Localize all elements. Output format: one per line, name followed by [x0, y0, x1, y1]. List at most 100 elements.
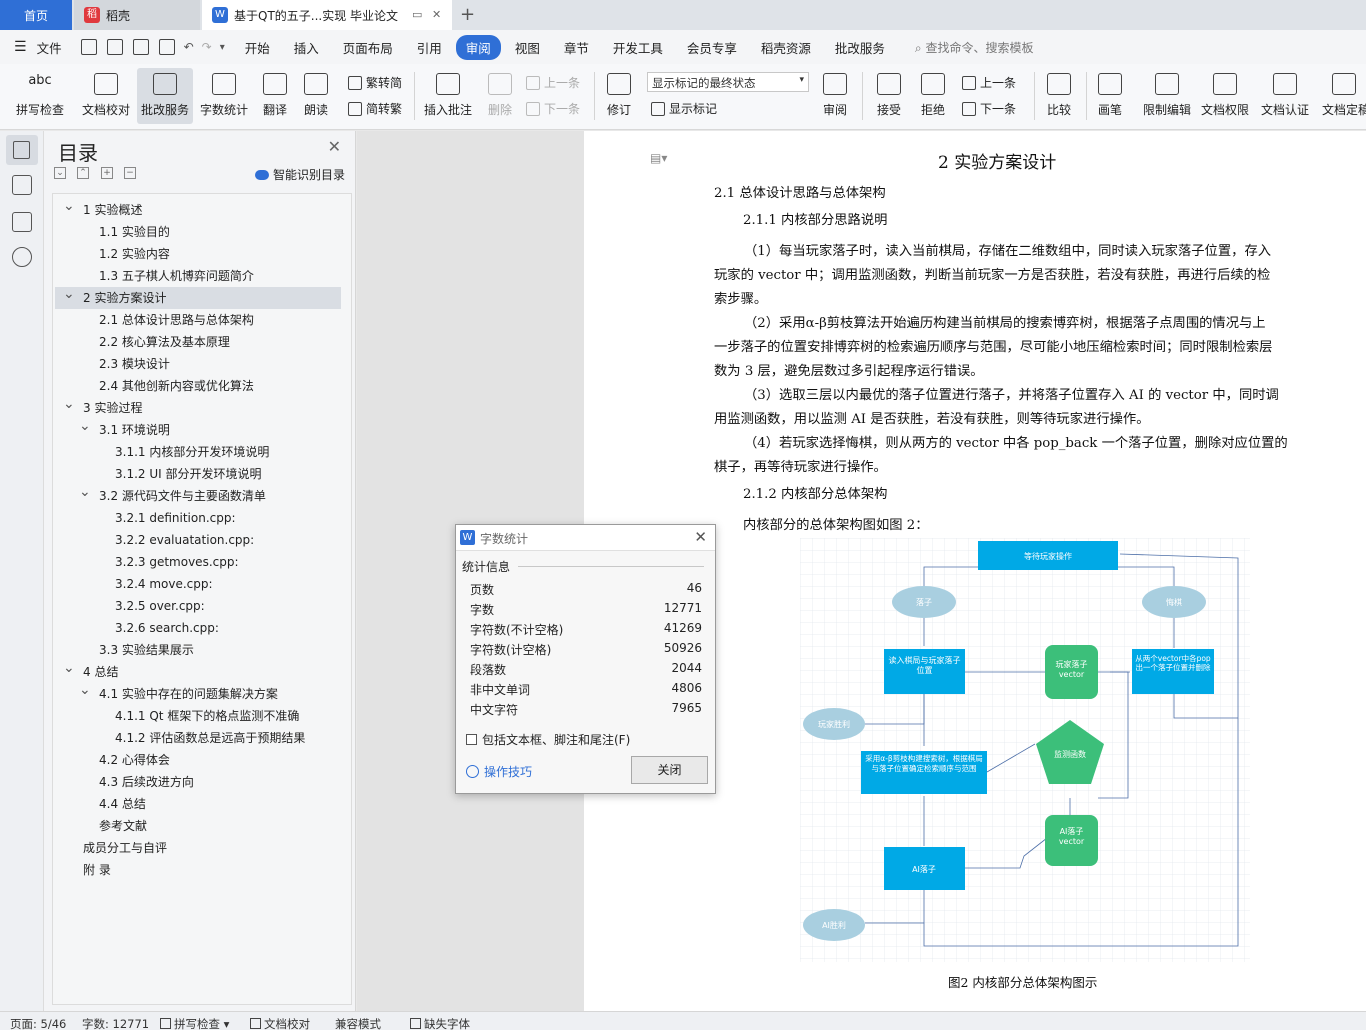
close-icon[interactable]: ✕ — [694, 528, 707, 546]
show-markup-button[interactable]: 显示标记 — [651, 100, 717, 117]
simp-to-trad-button[interactable]: 简转繁 — [348, 100, 402, 117]
doc-cert-button[interactable]: 文档认证 — [1257, 68, 1313, 124]
toc-item[interactable]: 1.1 实验目的 — [55, 221, 341, 243]
compare-button[interactable]: 比较 — [1040, 68, 1078, 124]
print-icon[interactable] — [132, 39, 149, 55]
toc-item[interactable]: 4.1.2 评估函数总是远高于预期结果 — [55, 727, 341, 749]
undo-icon[interactable]: ↶ — [184, 40, 194, 54]
menu-dev-tools[interactable]: 开发工具 — [603, 35, 673, 60]
pen-button[interactable]: 画笔 — [1092, 68, 1128, 124]
paragraph-layout-icon[interactable]: ▤▾ — [650, 151, 667, 165]
command-search[interactable]: ⌕ 查找命令、搜索模板 — [915, 39, 1034, 56]
close-button[interactable]: 关闭 — [631, 756, 708, 784]
toc-item[interactable]: 3.1.2 UI 部分开发环境说明 — [55, 463, 341, 485]
chevron-down-icon[interactable]: ⌄ — [63, 393, 75, 415]
toc-nav-button[interactable] — [6, 135, 38, 165]
word-count-indicator[interactable]: 字数: 12771 — [82, 1016, 149, 1030]
doc-proof-button[interactable]: 文档校对 — [78, 68, 134, 124]
toc-item[interactable]: ⌄ 3.2 源代码文件与主要函数清单 — [55, 484, 341, 507]
menu-reference[interactable]: 引用 — [407, 35, 452, 60]
toc-item[interactable]: 2.3 模块设计 — [55, 353, 341, 375]
menu-file[interactable]: 文件 — [27, 35, 72, 60]
export-pdf-icon[interactable] — [106, 39, 123, 55]
toc-item[interactable]: 3.2.4 move.cpp: — [55, 573, 341, 595]
delete-comment-button[interactable]: 删除 — [480, 68, 520, 124]
toc-item[interactable]: 3.1.1 内核部分开发环境说明 — [55, 441, 341, 463]
accept-button[interactable]: 接受 — [870, 68, 908, 124]
toc-item[interactable]: ⌄ 2 实验方案设计 — [55, 286, 341, 309]
toc-item[interactable]: 2.4 其他创新内容或优化算法 — [55, 375, 341, 397]
collapse-all-icon[interactable]: ⌄ — [54, 167, 66, 179]
markup-state-select[interactable]: 显示标记的最终状态 ▾ — [647, 72, 809, 92]
include-textbox-checkbox[interactable]: 包括文本框、脚注和尾注(F) — [466, 731, 630, 748]
toc-item[interactable]: ⌄ 3.1 环境说明 — [55, 418, 341, 441]
menu-review-service[interactable]: 批改服务 — [825, 35, 895, 60]
toc-item[interactable]: 2.2 核心算法及基本原理 — [55, 331, 341, 353]
chevron-down-icon[interactable]: ⌄ — [79, 679, 91, 701]
chapter-nav-icon[interactable] — [12, 175, 32, 195]
read-aloud-button[interactable]: 朗读 — [298, 68, 334, 124]
toc-item[interactable]: 参考文献 — [55, 815, 341, 837]
toc-item[interactable]: 4.3 后续改进方向 — [55, 771, 341, 793]
customize-quick-access-icon[interactable]: ▾ — [220, 42, 225, 53]
doc-permission-button[interactable]: 文档权限 — [1198, 68, 1252, 124]
review-pane-button[interactable]: 审阅 — [815, 68, 855, 124]
tab-daoke[interactable]: 稻 稻壳 — [74, 0, 200, 30]
toc-item[interactable]: 3.2.1 definition.cpp: — [55, 507, 341, 529]
hamburger-icon[interactable]: ☰ — [14, 39, 27, 55]
revise-button[interactable]: 修订 — [600, 68, 638, 124]
redo-icon[interactable]: ↷ — [202, 40, 212, 54]
chevron-down-icon[interactable]: ⌄ — [63, 657, 75, 679]
menu-start[interactable]: 开始 — [235, 35, 280, 60]
missing-font-status[interactable]: 缺失字体 — [410, 1016, 470, 1030]
doc-final-button[interactable]: 文档定稿 — [1320, 68, 1366, 124]
toc-item[interactable]: 附 录 — [55, 859, 341, 881]
smart-toc-button[interactable]: 智能识别目录 — [254, 166, 345, 183]
toc-item[interactable]: 1.3 五子棋人机博弈问题简介 — [55, 265, 341, 287]
toc-item[interactable]: 3.2.2 evaluatation.cpp: — [55, 529, 341, 551]
toc-item[interactable]: 3.2.5 over.cpp: — [55, 595, 341, 617]
tips-link[interactable]: 操作技巧 — [466, 763, 532, 780]
toc-item[interactable]: 4.4 总结 — [55, 793, 341, 815]
menu-chapter[interactable]: 章节 — [554, 35, 599, 60]
chevron-down-icon[interactable]: ⌄ — [63, 283, 75, 305]
close-icon[interactable]: ✕ — [328, 137, 341, 156]
expand-up-icon[interactable]: ⌃ — [77, 167, 89, 179]
next-change-button[interactable]: 下一条 — [962, 100, 1016, 117]
menu-view[interactable]: 视图 — [505, 35, 550, 60]
toc-item[interactable]: 3.3 实验结果展示 — [55, 639, 341, 661]
bookmark-icon[interactable] — [12, 212, 32, 232]
toc-item[interactable]: 3.2.6 search.cpp: — [55, 617, 341, 639]
menu-page-layout[interactable]: 页面布局 — [333, 35, 403, 60]
toc-item[interactable]: ⌄ 4.1 实验中存在的问题集解决方案 — [55, 682, 341, 705]
menu-daoke-resources[interactable]: 稻壳资源 — [751, 35, 821, 60]
dialog-titlebar[interactable]: W 字数统计 ✕ — [456, 525, 715, 551]
toc-item[interactable]: 2.1 总体设计思路与总体架构 — [55, 309, 341, 331]
tab-pin-icon[interactable]: ▭ — [412, 8, 422, 21]
menu-member[interactable]: 会员专享 — [677, 35, 747, 60]
tab-close-icon[interactable]: ✕ — [432, 8, 441, 21]
new-tab-icon[interactable]: + — [460, 4, 475, 25]
chevron-down-icon[interactable]: ⌄ — [79, 481, 91, 503]
search-icon[interactable] — [12, 247, 32, 267]
tab-home[interactable]: 首页 — [0, 0, 72, 30]
toc-item[interactable]: ⌄ 1 实验概述 — [55, 198, 341, 221]
next-comment-button[interactable]: 下一条 — [526, 100, 580, 117]
toc-item[interactable]: 1.2 实验内容 — [55, 243, 341, 265]
toc-item[interactable]: 4.1.1 Qt 框架下的格点监测不准确 — [55, 705, 341, 727]
toc-item[interactable]: 成员分工与自评 — [55, 837, 341, 859]
toc-item[interactable]: 3.2.3 getmoves.cpp: — [55, 551, 341, 573]
spell-check-status[interactable]: 拼写检查 ▾ — [160, 1016, 229, 1030]
toc-item[interactable]: 4.2 心得体会 — [55, 749, 341, 771]
save-icon[interactable] — [80, 39, 97, 55]
page-indicator[interactable]: 页面: 5/46 — [10, 1016, 66, 1030]
chevron-down-icon[interactable]: ⌄ — [63, 195, 75, 217]
translate-button[interactable]: 翻译 — [255, 68, 295, 124]
menu-insert[interactable]: 插入 — [284, 35, 329, 60]
spell-check-button[interactable]: abc 拼写检查 — [8, 68, 72, 124]
menu-review[interactable]: 审阅 — [455, 34, 501, 60]
toc-item[interactable]: ⌄ 4 总结 — [55, 660, 341, 683]
toc-item[interactable]: ⌄ 3 实验过程 — [55, 396, 341, 419]
word-count-button[interactable]: 字数统计 — [197, 68, 251, 124]
doc-proof-status[interactable]: 文档校对 — [250, 1016, 310, 1030]
